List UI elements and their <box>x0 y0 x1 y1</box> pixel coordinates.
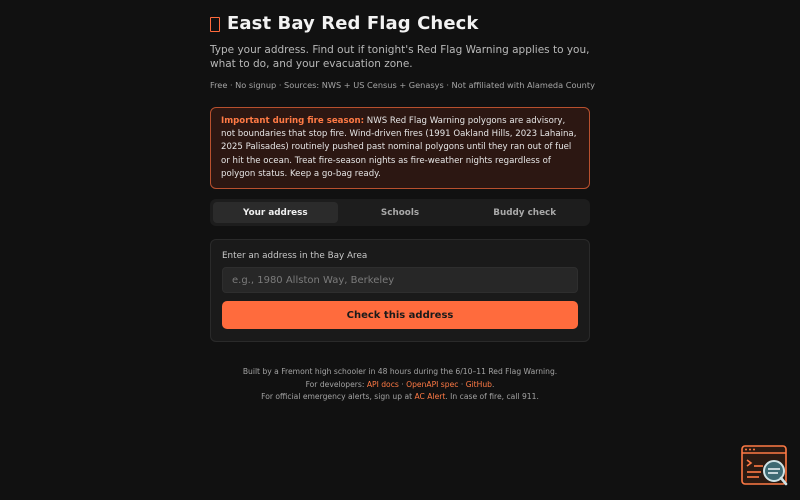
footer: Built by a Fremont high schooler in 48 h… <box>210 366 590 404</box>
address-label: Enter an address in the Bay Area <box>222 251 368 261</box>
alerts-label: For official emergency alerts, sign up a… <box>261 392 415 402</box>
ac-alert-link[interactable]: AC Alert <box>415 392 446 401</box>
page: East Bay Red Flag Check Type your addres… <box>0 0 800 500</box>
page-subtitle: Type your address. Find out if tonight's… <box>210 44 590 70</box>
openapi-spec-link[interactable]: OpenAPI spec <box>406 380 458 389</box>
tab-bar: Your address Schools Buddy check <box>210 199 590 226</box>
api-docs-link[interactable]: API docs <box>367 380 399 389</box>
meta-line: Free · No signup · Sources: NWS + US Cen… <box>210 80 595 90</box>
page-title: East Bay Red Flag Check <box>227 13 479 34</box>
developers-label: For developers: <box>305 379 367 389</box>
check-address-button[interactable]: Check this address <box>222 301 578 329</box>
tab-your-address[interactable]: Your address <box>213 202 338 223</box>
fire-season-warning: Important during fire season: NWS Red Fl… <box>210 107 590 189</box>
flame-icon <box>210 16 220 32</box>
address-input[interactable] <box>222 267 578 293</box>
tab-schools[interactable]: Schools <box>338 202 463 223</box>
footer-developers: For developers: API docs · OpenAPI spec … <box>210 379 590 392</box>
footer-credit: Built by a Fremont high schooler in 48 h… <box>242 367 558 376</box>
terminal-search-icon[interactable] <box>741 445 789 487</box>
footer-alerts: For official emergency alerts, sign up a… <box>210 391 590 404</box>
tab-buddy-check[interactable]: Buddy check <box>462 202 587 223</box>
header: East Bay Red Flag Check <box>210 13 590 34</box>
warning-lead: Important during fire season: <box>221 116 365 126</box>
address-card: Enter an address in the Bay Area Check t… <box>210 239 590 342</box>
separator: · <box>458 379 466 389</box>
period: . <box>492 379 495 389</box>
github-link[interactable]: GitHub <box>466 380 492 389</box>
alerts-suffix: . In case of fire, call 911. <box>445 392 539 402</box>
separator: · <box>398 379 407 389</box>
